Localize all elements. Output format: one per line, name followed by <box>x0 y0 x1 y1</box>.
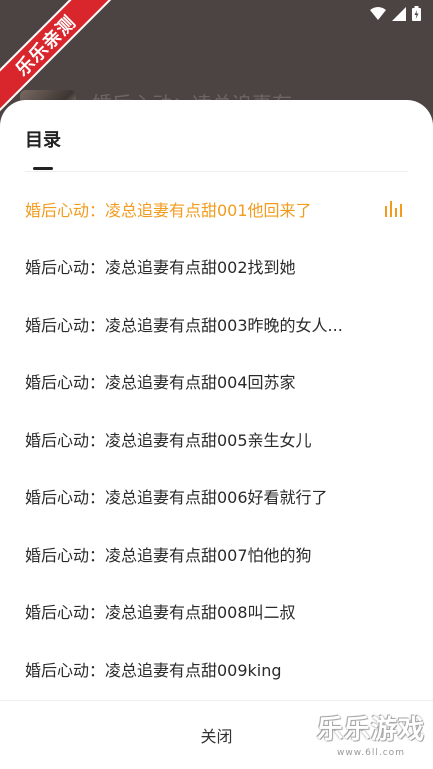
chapter-item[interactable]: 婚后心动：凌总追妻有点甜003昨晚的女人... <box>0 295 433 353</box>
signal-icon <box>392 6 406 21</box>
equalizer-icon <box>385 200 402 217</box>
chapter-sheet: 目录 婚后心动：凌总追妻有点甜001他回来了 婚后心动：凌总追妻有点甜002找到… <box>0 100 433 769</box>
chapter-item[interactable]: 婚后心动：凌总追妻有点甜001他回来了 <box>0 180 433 238</box>
chapter-list: 婚后心动：凌总追妻有点甜001他回来了 婚后心动：凌总追妻有点甜002找到她 婚… <box>0 180 433 698</box>
divider <box>25 171 408 172</box>
corner-ribbon: 乐乐亲测 <box>0 0 120 120</box>
watermark-text: 乐乐游戏 <box>316 715 425 745</box>
chapter-item[interactable]: 婚后心动：凌总追妻有点甜005亲生女儿 <box>0 410 433 468</box>
chapter-label: 婚后心动：凌总追妻有点甜001他回来了 <box>25 200 312 220</box>
chapter-item[interactable]: 婚后心动：凌总追妻有点甜007怕他的狗 <box>0 525 433 583</box>
chapter-label: 婚后心动：凌总追妻有点甜003昨晚的女人... <box>25 315 343 335</box>
wifi-icon <box>370 6 386 20</box>
chapter-item[interactable]: 婚后心动：凌总追妻有点甜008叫二叔 <box>0 583 433 641</box>
chapter-label: 婚后心动：凌总追妻有点甜005亲生女儿 <box>25 430 312 450</box>
sheet-title: 目录 <box>25 130 61 151</box>
title-indicator <box>33 167 53 170</box>
chapter-label: 婚后心动：凌总追妻有点甜006好看就行了 <box>25 488 328 508</box>
battery-icon <box>412 6 421 21</box>
chapter-item[interactable]: 婚后心动：凌总追妻有点甜009king <box>0 640 433 698</box>
corner-ribbon-text: 乐乐亲测 <box>0 0 116 116</box>
chapter-label: 婚后心动：凌总追妻有点甜009king <box>25 660 282 680</box>
status-icons <box>370 6 421 21</box>
chapter-item[interactable]: 婚后心动：凌总追妻有点甜004回苏家 <box>0 353 433 411</box>
chapter-label: 婚后心动：凌总追妻有点甜004回苏家 <box>25 373 296 393</box>
watermark-logo: 乐乐游戏 www.6ll.com <box>313 713 429 765</box>
watermark-url: www.6ll.com <box>337 748 405 758</box>
chapter-label: 婚后心动：凌总追妻有点甜008叫二叔 <box>25 603 296 623</box>
chapter-label: 婚后心动：凌总追妻有点甜002找到她 <box>25 258 296 278</box>
chapter-item[interactable]: 婚后心动：凌总追妻有点甜002找到她 <box>0 238 433 296</box>
chapter-item[interactable]: 婚后心动：凌总追妻有点甜006好看就行了 <box>0 468 433 526</box>
chapter-label: 婚后心动：凌总追妻有点甜007怕他的狗 <box>25 545 312 565</box>
